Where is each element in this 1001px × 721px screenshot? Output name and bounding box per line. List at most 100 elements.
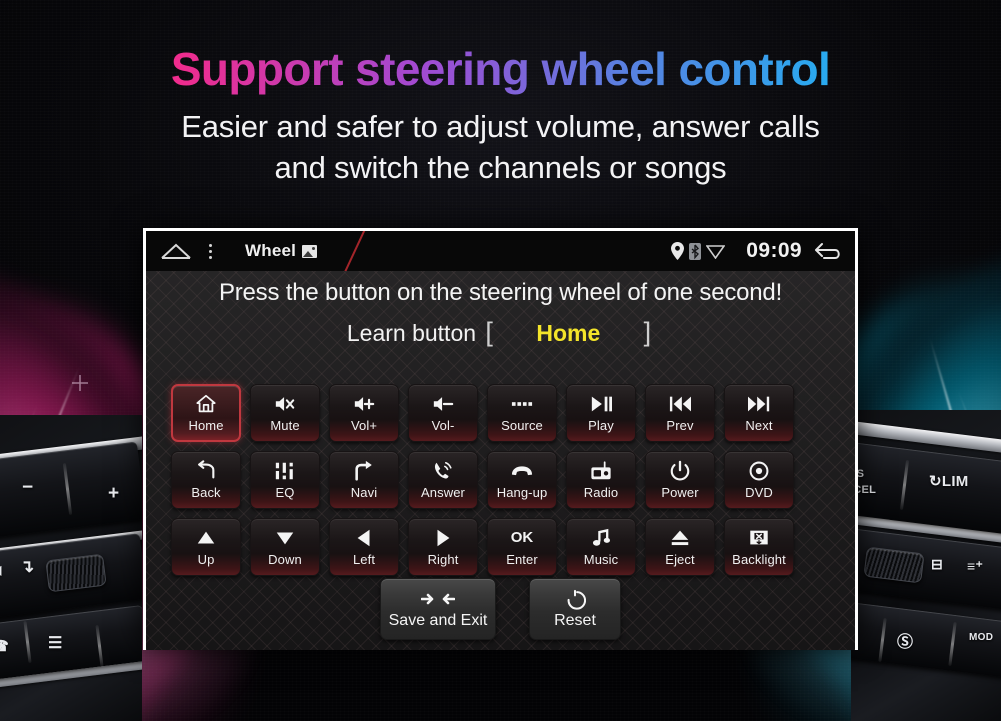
ok-text-icon: OK: [511, 527, 534, 549]
key-label: Backlight: [732, 552, 786, 567]
key-right[interactable]: Right: [408, 518, 478, 576]
clock: 09:09: [746, 239, 802, 262]
subheadline-line-2: and switch the channels or songs: [274, 150, 727, 185]
key-eq[interactable]: EQ: [250, 451, 320, 509]
key-label: Vol-: [431, 418, 455, 433]
learn-button-row: Learn button [ Home ]: [146, 317, 855, 348]
arrows-inward-icon: [421, 589, 455, 609]
key-eject[interactable]: Eject: [645, 518, 715, 576]
key-dvd[interactable]: DVD: [724, 451, 794, 509]
key-label: Home: [188, 418, 224, 433]
key-prev[interactable]: Prev: [645, 384, 715, 442]
image-icon: [302, 244, 318, 258]
page-headline: Support steering wheel control: [0, 42, 1001, 96]
function-key-grid: Home Mute Vol+ Vol- Source Play Prev Next Back EQ…: [171, 384, 836, 576]
location-pin-icon: [671, 242, 685, 260]
key-label: Left: [352, 552, 376, 567]
key-label: Music: [583, 552, 619, 567]
subheadline-line-1: Easier and safer to adjust volume, answe…: [181, 109, 820, 144]
key-down[interactable]: Down: [250, 518, 320, 576]
status-bar-title: Wheel: [245, 241, 297, 260]
overflow-dots-icon[interactable]: [209, 243, 212, 259]
steering-wheel-controls-right-photo: ES NCEL ↻LIM ⊟ ≡⁺ Ⓢ MOD: [851, 410, 1001, 721]
radio-icon: [589, 460, 613, 482]
bracket-close: ]: [643, 317, 652, 347]
triangle-up-icon: [194, 527, 218, 549]
head-unit-device: Wheel 09:09 Press the button on the stee…: [143, 228, 858, 650]
triangle-down-icon: [273, 527, 297, 549]
triangle-right-icon: [431, 527, 455, 549]
key-label: Hang-up: [496, 485, 548, 500]
key-label: Prev: [666, 418, 694, 433]
key-label: DVD: [745, 485, 773, 500]
back-undo-icon: [194, 460, 218, 482]
triangle-left-icon: [352, 527, 376, 549]
key-play[interactable]: Play: [566, 384, 636, 442]
key-label: Navi: [350, 485, 378, 500]
key-label: Eject: [665, 552, 695, 567]
action-label: Reset: [554, 611, 596, 629]
volume-down-icon: [431, 393, 455, 415]
turn-right-arrow-icon: [352, 460, 376, 482]
key-backlight[interactable]: Backlight: [724, 518, 794, 576]
key-next[interactable]: Next: [724, 384, 794, 442]
speaker-mute-icon: [273, 393, 297, 415]
red-divider-slash: [342, 231, 367, 271]
next-track-icon: [747, 393, 771, 415]
key-hang-up[interactable]: Hang-up: [487, 451, 557, 509]
key-label: Up: [197, 552, 215, 567]
key-label: Enter: [506, 552, 538, 567]
bracket-open: [: [485, 317, 493, 347]
key-label: Play: [588, 418, 614, 433]
refresh-circle-icon: [564, 589, 586, 610]
plus-sparkle-icon: [72, 375, 88, 391]
backlight-icon: [747, 527, 771, 549]
key-mute[interactable]: Mute: [250, 384, 320, 442]
music-note-icon: [589, 527, 613, 549]
key-back[interactable]: Back: [171, 451, 241, 509]
key-music[interactable]: Music: [566, 518, 636, 576]
page-subheadline: Easier and safer to adjust volume, answe…: [0, 106, 1001, 188]
key-label: Mute: [270, 418, 300, 433]
key-label: Radio: [583, 485, 619, 500]
instruction-text: Press the button on the steering wheel o…: [218, 279, 783, 306]
status-bar: Wheel 09:09: [146, 231, 855, 271]
reset-button[interactable]: Reset: [529, 578, 621, 640]
phone-answer-icon: [431, 460, 455, 482]
key-source[interactable]: Source: [487, 384, 557, 442]
home-outline-icon[interactable]: [160, 242, 192, 260]
key-radio[interactable]: Radio: [566, 451, 636, 509]
equalizer-icon: [273, 460, 297, 482]
back-arrow-icon[interactable]: [813, 242, 843, 261]
key-label: Vol+: [350, 418, 378, 433]
key-navi[interactable]: Navi: [329, 451, 399, 509]
wheel-learning-screen: Press the button on the steering wheel o…: [146, 271, 855, 650]
key-power[interactable]: Power: [645, 451, 715, 509]
action-button-row: Save and Exit Reset: [146, 578, 855, 640]
action-label: Save and Exit: [388, 611, 488, 629]
key-answer[interactable]: Answer: [408, 451, 478, 509]
key-label: Down: [268, 552, 302, 567]
save-and-exit-button[interactable]: Save and Exit: [380, 578, 496, 640]
phone-hangup-icon: [510, 460, 534, 482]
key-label: Next: [745, 418, 773, 433]
volume-up-icon: [352, 393, 376, 415]
learn-button-label: Learn button: [346, 320, 477, 346]
key-vol-[interactable]: Vol+: [329, 384, 399, 442]
bluetooth-icon: [689, 242, 702, 260]
key-label: Source: [501, 418, 543, 433]
key-left[interactable]: Left: [329, 518, 399, 576]
key-home[interactable]: Home: [171, 384, 241, 442]
key-up[interactable]: Up: [171, 518, 241, 576]
previous-track-icon: [668, 393, 692, 415]
home-icon: [194, 393, 218, 415]
play-pause-icon: [589, 393, 613, 415]
key-icon-text: OK: [510, 529, 534, 546]
eject-icon: [668, 527, 692, 549]
key-enter[interactable]: OK Enter: [487, 518, 557, 576]
learn-button-value: Home: [536, 320, 601, 346]
status-bar-indicators: 09:09: [671, 239, 855, 263]
disc-icon: [747, 460, 771, 482]
power-icon: [668, 460, 692, 482]
key-vol-[interactable]: Vol-: [408, 384, 478, 442]
